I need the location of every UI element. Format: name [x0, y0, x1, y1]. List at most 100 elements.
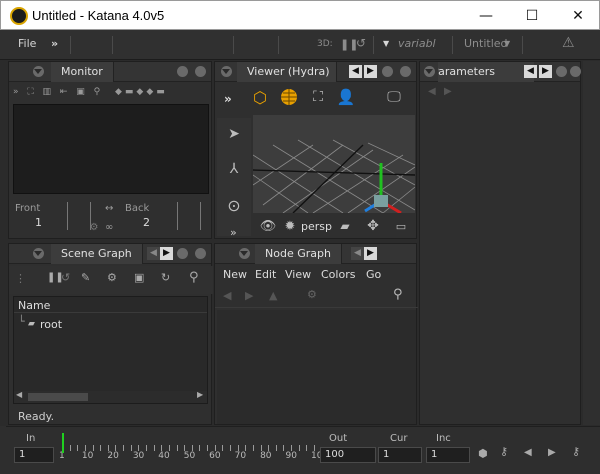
panel-menu-icon[interactable] — [239, 248, 250, 259]
panel-float-icon[interactable] — [382, 66, 393, 77]
close-button[interactable]: ✕ — [555, 1, 600, 30]
timeline-ruler[interactable]: 1102030405060708090100 — [58, 431, 328, 467]
increment-field[interactable]: 1 — [426, 447, 470, 463]
horizontal-scrollbar[interactable]: ◀ ▶ — [14, 390, 207, 403]
aperture-icon[interactable]: ✹ — [281, 217, 299, 235]
pin-icon[interactable]: ✎ — [81, 271, 90, 284]
tab-scroll-right-icon[interactable]: ▶ — [364, 65, 377, 78]
monitor-toolbar-icons[interactable]: » ⛶ ▥ ⇤ ▣ ⚲ ◆▬◆◆▬ — [13, 87, 209, 99]
panel-float-icon[interactable] — [556, 66, 567, 77]
gear-icon[interactable]: ⚙ — [307, 288, 317, 301]
viewer-panel: Viewer (Hydra) ◀ ▶ » ⬡ ⛶ 👤 🖵 ➤ ⅄ ⊙ » 👁 ✹… — [214, 61, 417, 239]
tab-scroll-left-icon[interactable]: ◀ — [351, 247, 364, 260]
gear-icon[interactable]: ⚙ — [107, 271, 117, 284]
variant-dropdown-arrow-icon[interactable]: ▼ — [383, 39, 389, 48]
vr-icon[interactable]: ▭ — [390, 217, 412, 235]
move-icon[interactable]: ✥ — [364, 217, 382, 235]
tab-scroll-right-icon[interactable]: ▶ — [539, 65, 552, 78]
link-icon[interactable]: ∞ — [105, 222, 113, 233]
translate-icon[interactable]: ⅄ — [221, 157, 247, 181]
search-icon[interactable]: ⚲ — [189, 270, 199, 285]
history-forward-icon[interactable]: ▶ — [444, 86, 452, 97]
menu-go[interactable]: Go — [366, 268, 381, 281]
tab-scroll-left-icon[interactable]: ◀ — [147, 247, 160, 260]
scrollbar-thumb[interactable] — [28, 393, 88, 401]
current-frame-field[interactable]: 1 — [378, 447, 422, 463]
playhead[interactable] — [62, 433, 64, 453]
panel-close-icon[interactable] — [195, 248, 206, 259]
overflow-menu[interactable]: » — [51, 37, 58, 50]
stop-icon[interactable]: ↺ — [356, 36, 366, 50]
viewer-expand-icon[interactable]: » — [224, 92, 232, 106]
select-arrow-icon[interactable]: ➤ — [221, 122, 247, 146]
panel-close-icon[interactable] — [400, 66, 411, 77]
wireframe-sphere-icon[interactable] — [278, 86, 300, 108]
filter-icon[interactable]: ⋮ — [15, 272, 26, 285]
tree-row-root[interactable]: └ ▰ root — [14, 315, 207, 333]
tools-more-icon[interactable]: » — [230, 226, 237, 239]
cube-icon[interactable]: ⬡ — [249, 86, 271, 108]
tab-scroll-right-icon[interactable]: ▶ — [364, 247, 377, 260]
panel-menu-icon[interactable] — [33, 248, 44, 259]
key-forward-icon[interactable]: ⚷ — [572, 445, 580, 458]
nav-up-icon[interactable]: ▲ — [269, 289, 277, 302]
project-dropdown[interactable]: Untitled — [464, 37, 508, 50]
swap-icon[interactable]: ↔ — [105, 203, 113, 214]
menu-colors[interactable]: Colors — [321, 268, 355, 281]
menu-view[interactable]: View — [285, 268, 311, 281]
camera-icon[interactable]: ▰ — [336, 217, 354, 235]
reload-icon[interactable]: ↻ — [161, 271, 170, 284]
tab-monitor[interactable]: Monitor — [51, 62, 114, 82]
nav-back-icon[interactable]: ◀ — [223, 289, 231, 302]
minimize-button[interactable]: — — [463, 1, 509, 30]
viewport-3d[interactable] — [253, 115, 415, 213]
variant-selector[interactable]: variabl — [398, 37, 436, 50]
frame-icon[interactable]: ⛶ — [307, 86, 329, 108]
history-back-icon[interactable]: ◀ — [428, 86, 436, 97]
panel-float-icon[interactable] — [177, 66, 188, 77]
gear-icon[interactable]: ⚙ — [87, 220, 101, 234]
key-icon[interactable]: ⚷ — [500, 445, 508, 458]
file-menu[interactable]: File — [18, 37, 36, 50]
in-frame-field[interactable]: 1 — [14, 447, 54, 463]
maximize-button[interactable]: ☐ — [509, 1, 555, 30]
scroll-left-icon[interactable]: ◀ — [16, 390, 22, 399]
tab-scene-graph[interactable]: Scene Graph — [51, 244, 143, 264]
warning-icon[interactable]: ⚠ — [562, 35, 575, 51]
tab-scroll-left-icon[interactable]: ◀ — [349, 65, 362, 78]
panel-close-icon[interactable] — [570, 66, 581, 77]
refresh-icon[interactable]: ↺ — [61, 271, 70, 284]
panel-menu-icon[interactable] — [221, 66, 232, 77]
nav-forward-icon[interactable]: ▶ — [245, 289, 253, 302]
visibility-eye-icon[interactable]: 👁 — [259, 217, 277, 235]
step-forward-icon[interactable]: ▶ — [548, 447, 556, 458]
scroll-right-icon[interactable]: ▶ — [197, 390, 203, 399]
project-dropdown-arrow-icon[interactable]: ▼ — [504, 39, 510, 48]
panel-menu-icon[interactable] — [424, 66, 435, 77]
tab-scroll-left-icon[interactable]: ◀ — [524, 65, 537, 78]
search-icon[interactable]: ⚲ — [393, 287, 403, 302]
monitor-image-area[interactable] — [13, 104, 209, 194]
node-graph-canvas[interactable] — [217, 310, 416, 424]
out-frame-field[interactable]: 100 — [320, 447, 376, 463]
tab-viewer-hydra[interactable]: Viewer (Hydra) — [237, 62, 337, 82]
monitor-panel: Monitor » ⛶ ▥ ⇤ ▣ ⚲ ◆▬◆◆▬ Front 1 ⚙ ↔ ∞ … — [8, 61, 212, 239]
back-slider[interactable] — [177, 202, 201, 230]
tab-scroll-right-icon[interactable]: ▶ — [160, 247, 173, 260]
render-icon[interactable]: ▣ — [134, 271, 144, 284]
column-name-header[interactable]: Name — [18, 299, 50, 312]
person-icon[interactable]: 👤 — [335, 86, 357, 108]
menu-edit[interactable]: Edit — [255, 268, 276, 281]
panel-close-icon[interactable] — [195, 66, 206, 77]
rotate-icon[interactable]: ⊙ — [221, 192, 247, 218]
tab-parameters-wrap[interactable]: Parameters — [438, 62, 534, 82]
panel-float-icon[interactable] — [177, 248, 188, 259]
play-button-icon[interactable]: ⬢ — [478, 447, 488, 460]
tab-parameters[interactable]: Parameters — [438, 65, 495, 78]
display-eye-icon[interactable]: 🖵 — [377, 86, 411, 108]
menu-new[interactable]: New — [223, 268, 247, 281]
camera-selector[interactable]: persp — [301, 220, 332, 233]
panel-menu-icon[interactable] — [33, 66, 44, 77]
tab-node-graph[interactable]: Node Graph — [255, 244, 342, 264]
step-back-icon[interactable]: ◀ — [524, 447, 532, 458]
